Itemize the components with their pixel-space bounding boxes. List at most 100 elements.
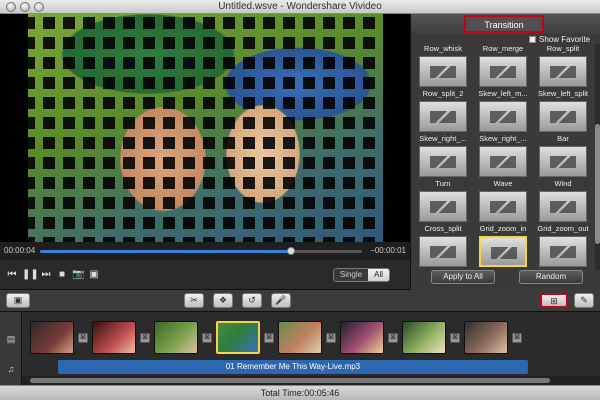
voiceover-icon[interactable]: 🎤 [271, 293, 291, 308]
transition-slot-icon[interactable]: ⊠ [264, 333, 274, 343]
transition-item[interactable]: Cross_split [413, 224, 473, 268]
transition-slot-icon[interactable]: ⊠ [140, 333, 150, 343]
transition-thumbnail[interactable] [479, 56, 527, 87]
stop-icon[interactable]: ■ [56, 269, 68, 281]
video-clip[interactable] [340, 321, 384, 354]
transition-item[interactable]: Wind [533, 179, 593, 223]
video-track-icon: ▤ [6, 334, 16, 344]
edit-pencil-icon[interactable]: ✎ [574, 293, 594, 308]
transition-thumbnail[interactable] [539, 56, 587, 87]
scrollbar-thumb[interactable] [595, 124, 600, 244]
timeline-scrollbar[interactable] [22, 376, 600, 385]
transition-thumbnail[interactable] [479, 236, 527, 267]
transition-thumbnail[interactable] [419, 191, 467, 222]
transition-item[interactable]: Row_split_2 [413, 89, 473, 133]
transition-thumbnail[interactable] [479, 101, 527, 132]
transition-scrollbar[interactable] [595, 44, 600, 270]
show-favorite-label: Show Favorite [539, 35, 591, 44]
scrubber[interactable] [40, 247, 362, 255]
timeline: ▤ ♫ ⊠⊠⊠⊠⊠⊠⊠⊠⊠ 01 Remember Me This Way-Li… [0, 312, 600, 385]
transition-item-label: Row_split_2 [422, 89, 464, 98]
transition-item[interactable]: Skew_right_... [413, 134, 473, 178]
transition-item[interactable]: Row_whisk [413, 44, 473, 88]
rotate-icon[interactable]: ↺ [242, 293, 262, 308]
playback-controls: ⏮ ❚❚ ⏭ ■ 📷 ▣ Single All [0, 260, 410, 290]
transition-item-label: Wind [554, 179, 572, 188]
edit-toolbar: ▣ ✂ ❖ ↺ 🎤 ⊞ ✎ [0, 290, 600, 312]
transition-thumbnail[interactable] [419, 56, 467, 87]
transition-thumbnail[interactable] [479, 146, 527, 177]
transition-item-label: Wave [493, 179, 513, 188]
show-favorite-toggle[interactable]: Show Favorite [529, 35, 590, 44]
transition-thumbnail[interactable] [539, 146, 587, 177]
transition-item-label: Bar [557, 134, 569, 143]
previous-icon[interactable]: ⏮ [6, 269, 18, 281]
transition-item[interactable]: Wave [473, 179, 533, 223]
transition-thumbnail[interactable] [539, 101, 587, 132]
transition-item[interactable]: Row_merge [473, 44, 533, 88]
storyboard-icon[interactable]: ▣ [6, 293, 30, 308]
grid-transition-overlay [0, 14, 410, 242]
transition-thumbnail[interactable] [419, 146, 467, 177]
view-mode-all[interactable]: All [368, 269, 389, 281]
apply-to-all-button[interactable]: Apply to All [431, 270, 495, 284]
transition-item-label: Grid_zoom_out [537, 224, 589, 233]
transition-item[interactable]: Grid_zoom_out [533, 224, 593, 268]
snapshot-icon[interactable]: 📷 [72, 269, 84, 281]
transition-thumbnail[interactable] [479, 191, 527, 222]
transition-item[interactable]: Skew_left_split [533, 89, 593, 133]
timeline-scroll-thumb[interactable] [30, 378, 550, 383]
transition-item-label: Row_whisk [424, 44, 462, 53]
transition-slot-icon[interactable]: ⊠ [326, 333, 336, 343]
random-button[interactable]: Random [519, 270, 583, 284]
transition-item[interactable]: Bar [533, 134, 593, 178]
panel-header: Transition [411, 14, 600, 34]
transition-slot-icon[interactable]: ⊠ [202, 333, 212, 343]
transition-item[interactable]: Grid_zoom_in [473, 224, 533, 268]
transition-item[interactable]: Turn [413, 179, 473, 223]
transition-thumbnail[interactable] [419, 101, 467, 132]
video-clip[interactable] [464, 321, 508, 354]
transition-button[interactable]: ⊞ [540, 293, 568, 308]
video-clip[interactable] [278, 321, 322, 354]
transition-slot-icon[interactable]: ⊠ [78, 333, 88, 343]
transition-slot-icon[interactable]: ⊠ [388, 333, 398, 343]
transition-grid: Row_whisk Row_merge Row_split Row_split_2 Sk… [413, 44, 593, 270]
view-mode-toggle: Single All [332, 268, 390, 282]
video-clip[interactable] [30, 321, 74, 354]
video-clip[interactable] [92, 321, 136, 354]
pause-icon[interactable]: ❚❚ [22, 269, 39, 281]
transition-thumbnail[interactable] [539, 236, 587, 267]
transition-item-label: Skew_left_m... [478, 89, 528, 98]
transition-item[interactable]: Skew_left_m... [473, 89, 533, 133]
audio-clip[interactable]: 01 Remember Me This Way-Live.mp3 [58, 360, 528, 374]
transition-slot-icon[interactable]: ⊠ [450, 333, 460, 343]
transition-item[interactable]: Skew_right_... [473, 134, 533, 178]
transition-item-label: Grid_zoom_in [479, 224, 527, 233]
fullscreen-icon[interactable]: ▣ [88, 269, 100, 281]
status-bar: Total Time:00:05:46 [0, 385, 600, 400]
music-track-icon: ♫ [7, 364, 15, 374]
view-mode-single[interactable]: Single [333, 269, 369, 281]
transition-thumbnail[interactable] [419, 236, 467, 267]
transition-slot-icon[interactable]: ⊠ [512, 333, 522, 343]
video-clip[interactable] [216, 321, 260, 354]
playback-bar: 00:00:04 −00:00:01 [0, 242, 410, 260]
crop-icon[interactable]: ❖ [213, 293, 233, 308]
cut-icon[interactable]: ✂ [184, 293, 204, 308]
transition-tab[interactable]: Transition [464, 15, 544, 33]
checkbox-icon[interactable] [529, 36, 536, 43]
transition-item-label: Row_split [546, 44, 580, 53]
next-icon[interactable]: ⏭ [40, 269, 52, 281]
title-bar: Untitled.wsve - Wondershare Vivideo [0, 0, 600, 14]
transition-thumbnail[interactable] [539, 191, 587, 222]
transition-item-label: Cross_split [424, 224, 462, 233]
video-clip[interactable] [402, 321, 446, 354]
video-preview[interactable] [0, 14, 410, 242]
scrubber-handle[interactable] [287, 247, 296, 255]
total-time: Total Time:00:05:46 [260, 388, 340, 398]
remaining-time: −00:00:01 [370, 246, 406, 255]
transition-item-label: Skew_left_split [537, 89, 589, 98]
video-clip[interactable] [154, 321, 198, 354]
transition-item[interactable]: Row_split [533, 44, 593, 88]
